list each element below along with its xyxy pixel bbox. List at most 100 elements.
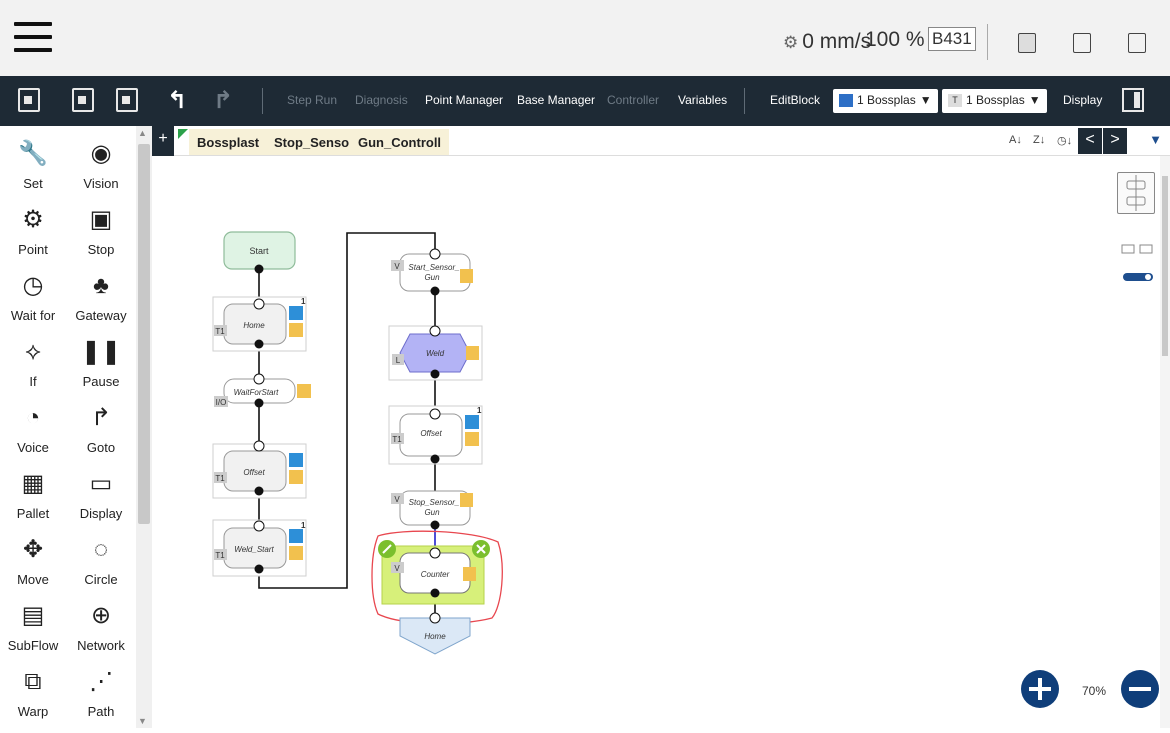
svg-text:V: V <box>394 262 400 271</box>
notes-icon[interactable] <box>1128 33 1146 53</box>
goto-icon: ↱ <box>90 404 112 431</box>
undo-icon[interactable]: ↰ <box>167 86 187 115</box>
tab-stop-sensor[interactable]: Stop_Sensor <box>266 129 363 155</box>
offset-label-2: Offset <box>420 429 442 438</box>
display-button[interactable]: Display <box>1063 93 1102 107</box>
palette-item-if[interactable]: ⟡ If <box>0 336 66 389</box>
svg-text:L: L <box>396 356 401 365</box>
port <box>429 325 441 337</box>
offset-label: Offset <box>243 468 265 477</box>
controller-icon[interactable] <box>1018 33 1036 53</box>
save-file-icon[interactable] <box>116 88 138 112</box>
palette-item-set[interactable]: 🔧 Set <box>0 138 66 191</box>
panel-toggle-icon[interactable] <box>1122 88 1144 112</box>
divider <box>262 88 263 114</box>
palette-item-display[interactable]: ▭ Display <box>68 468 134 521</box>
base-manager-button[interactable]: Base Manager <box>517 93 595 107</box>
zoom-out-button[interactable] <box>1121 670 1159 708</box>
path-icon: ⋰ <box>89 668 113 695</box>
diagnosis-button[interactable]: Diagnosis <box>355 93 408 107</box>
circle-icon: ◌ <box>93 536 109 563</box>
new-file-icon[interactable] <box>18 88 40 112</box>
palette-item-subflow[interactable]: ▤ SubFlow <box>0 600 66 653</box>
tab-dropdown-icon[interactable]: ▼ <box>1149 132 1162 147</box>
palette-item-point[interactable]: ⚙ Point <box>0 204 66 257</box>
port <box>429 612 441 624</box>
tab-next-button[interactable]: > <box>1103 128 1127 154</box>
svg-text:T1: T1 <box>215 327 225 336</box>
counter-label: Counter <box>421 570 450 579</box>
point-icon <box>289 529 303 543</box>
redo-icon[interactable]: ↱ <box>213 86 233 115</box>
palette-scrollbar[interactable]: ▲ ▼ <box>136 126 152 728</box>
sort-za-icon[interactable]: Z↓ <box>1033 134 1045 146</box>
open-file-icon[interactable] <box>72 88 94 112</box>
canvas-scrollbar[interactable] <box>1160 156 1170 728</box>
sort-az-icon[interactable]: A↓ <box>1009 134 1022 146</box>
port <box>430 286 440 296</box>
variables-button[interactable]: Variables <box>678 93 727 107</box>
palette-item-pause[interactable]: ❚❚ Pause <box>68 336 134 389</box>
globe-icon: ⊕ <box>90 602 112 629</box>
zoom-in-button[interactable] <box>1021 670 1059 708</box>
parallel-icon <box>1121 244 1153 281</box>
weld-start-label: Weld_Start <box>234 545 274 554</box>
info-icon[interactable] <box>1073 33 1091 53</box>
point-icon <box>289 453 303 467</box>
voice-icon: ◔ <box>25 404 41 431</box>
scroll-thumb[interactable] <box>138 144 150 524</box>
scroll-up-icon[interactable]: ▲ <box>138 128 147 138</box>
variable-icon <box>463 567 476 581</box>
wrench-icon: 🔧 <box>18 140 48 167</box>
palette-item-path[interactable]: ⋰ Path <box>68 666 134 719</box>
pause-icon: ❚❚ <box>80 338 122 365</box>
palette-item-gateway[interactable]: ♣ Gateway <box>68 270 134 323</box>
scroll-down-icon[interactable]: ▼ <box>138 716 147 726</box>
base-select[interactable]: 1 Bossplas ▼ <box>833 89 938 113</box>
setting-icon <box>465 432 479 446</box>
palette-item-pallet[interactable]: ▦ Pallet <box>0 468 66 521</box>
editblock-button[interactable]: EditBlock <box>770 93 820 107</box>
divider <box>744 88 745 114</box>
palette-item-stop[interactable]: ▣ Stop <box>68 204 134 257</box>
tab-bossplast[interactable]: Bossplast <box>189 129 268 155</box>
svg-text:T1: T1 <box>392 435 402 444</box>
step-run-button[interactable]: Step Run <box>287 93 337 107</box>
tab-gun-controll[interactable]: Gun_Controll <box>350 129 450 155</box>
tab-prev-button[interactable]: < <box>1078 128 1102 154</box>
svg-text:1: 1 <box>301 521 306 530</box>
palette-item-warp[interactable]: ⧉ Warp <box>0 666 66 719</box>
add-tab-button[interactable]: + <box>152 126 174 156</box>
point-manager-button[interactable]: Point Manager <box>425 93 503 107</box>
flow-canvas[interactable]: Start Home T1 1 WaitForStart I/O Offset … <box>152 156 1160 728</box>
weld-label: Weld <box>426 349 445 358</box>
palette-item-network[interactable]: ⊕ Network <box>68 600 134 653</box>
port <box>254 486 264 496</box>
svg-text:1: 1 <box>477 406 482 415</box>
speed-percent[interactable]: 100 % <box>865 28 925 52</box>
palette-item-wait-for[interactable]: ◷ Wait for <box>0 270 66 323</box>
port <box>254 564 264 574</box>
palette-item-vision[interactable]: ◉ Vision <box>68 138 134 191</box>
tool-select[interactable]: T1 Bossplas ▼ <box>942 89 1047 113</box>
eye-icon: ◉ <box>90 140 112 167</box>
controller-button[interactable]: Controller <box>607 93 659 107</box>
palette-item-voice[interactable]: ◔ Voice <box>0 402 66 455</box>
layout-view-icon[interactable] <box>1117 172 1155 214</box>
branch-icon: ⟡ <box>25 338 41 365</box>
scroll-thumb[interactable] <box>1162 176 1168 356</box>
palette-item-circle[interactable]: ◌ Circle <box>68 534 134 587</box>
menu-icon[interactable] <box>14 22 52 58</box>
palette-item-move[interactable]: ✥ Move <box>0 534 66 587</box>
palette-item-goto[interactable]: ↱ Goto <box>68 402 134 455</box>
setting-icon <box>289 546 303 560</box>
sort-time-icon[interactable]: ◷↓ <box>1057 134 1072 147</box>
project-name: B431 <box>928 27 976 51</box>
svg-text:V: V <box>394 495 400 504</box>
point-icon <box>289 306 303 320</box>
speed-readout: ⚙ 0 mm/s <box>783 30 872 53</box>
variable-icon <box>460 269 473 283</box>
parallel-toggle[interactable] <box>1120 241 1156 281</box>
port <box>253 298 265 310</box>
port <box>429 547 441 559</box>
